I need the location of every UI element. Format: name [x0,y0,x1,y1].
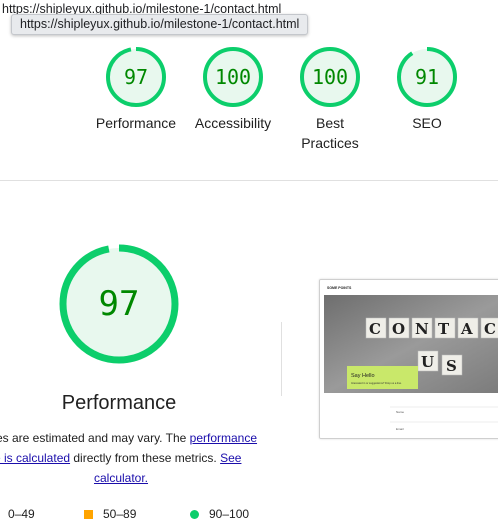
gauge-value: 91 [415,65,439,89]
gauge-label: Performance [95,115,177,131]
calculator-link[interactable]: calculator. [94,471,148,485]
gauge-ring: 100 [203,47,263,107]
square-icon [84,509,93,519]
tile-letter: T [438,320,450,338]
legend-range: 0–49 [8,507,35,521]
performance-gauge-large: 97 [59,244,179,364]
gauge-value: 97 [124,65,148,89]
tile-letter: S [446,357,457,375]
score-gauge-performance[interactable]: 97 Performance [91,45,181,133]
gauge-ring: 100 [300,47,360,107]
desc-text: directly from these metrics. [70,451,221,465]
tile-letter: U [421,353,434,371]
performance-score: 97 [99,284,140,324]
legend-average: 50–89 [84,507,136,521]
score-gauge-accessibility[interactable]: 100 Accessibility [188,45,278,133]
gauge-ring: 97 [106,47,166,107]
gauge-ring: 91 [397,47,457,107]
legend-fail: 0–49 [0,507,35,521]
screenshot-hello-title: Say Hello [351,373,375,379]
tile-letter: A [460,320,473,338]
gauge-value: 100 [215,65,251,89]
performance-title: Performance [61,392,177,414]
section-divider [0,180,498,181]
desc-text: es are estimated and may vary. The [0,431,190,445]
gauge-label: SEO [412,115,442,131]
see-calculator-link[interactable]: See [220,451,241,465]
screenshot-field: Name [396,410,404,414]
gauge-label: Accessibility [194,115,272,131]
screenshot-hello-sub: Interested in or suggestions? Drop us a … [351,381,402,385]
tile-letter: N [415,320,429,338]
tile-letter: C [369,320,381,338]
legend-pass: 90–100 [190,507,249,521]
score-gauge-best-practices[interactable]: 100 Best Practices [285,45,375,153]
tile-letter: O [392,320,405,338]
circle-icon [190,509,199,519]
legend-range: 50–89 [103,507,137,521]
score-gauge-seo[interactable]: 91 SEO [382,45,472,133]
legend-range: 90–100 [209,507,250,521]
url-tooltip: https://shipleyux.github.io/milestone-1/… [11,14,309,35]
gauge-value: 100 [312,65,348,89]
final-screenshot[interactable]: SOME POINTS C O N T A C U S Say Hello In… [319,279,498,439]
performance-link-cont[interactable]: re is calculated [0,451,70,465]
performance-description: es are estimated and may vary. The perfo… [0,428,296,488]
screenshot-image: SOME POINTS C O N T A C U S Say Hello In… [320,280,498,438]
gauge-label: Best Practices [301,115,359,151]
tile-letter: C [484,320,496,338]
screenshot-logo: SOME POINTS [327,286,352,290]
vertical-separator [281,322,282,396]
performance-link[interactable]: performance [190,431,257,445]
screenshot-field: Email [396,427,404,431]
